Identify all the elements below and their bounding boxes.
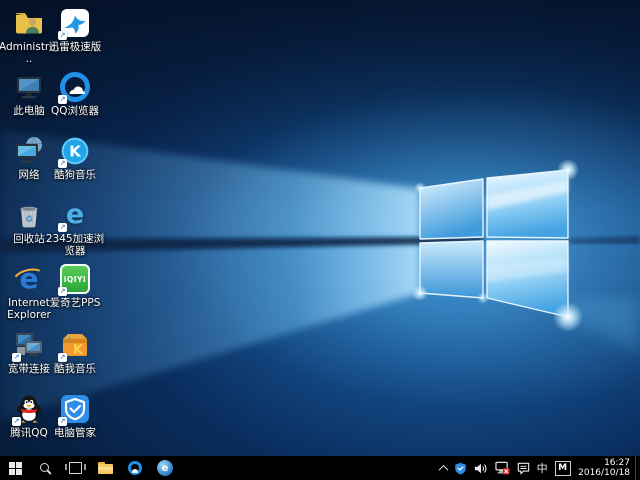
tray-action-center[interactable] xyxy=(513,456,533,480)
shortcut-arrow-icon: ↗ xyxy=(12,353,21,362)
qq-browser-icon xyxy=(128,461,142,475)
input-mode-indicator[interactable]: M xyxy=(551,456,574,480)
clock-date: 2016/10/18 xyxy=(578,468,630,478)
network-disconnected-icon xyxy=(495,461,510,475)
chevron-up-icon xyxy=(438,464,448,474)
shortcut-arrow-icon: ↗ xyxy=(58,95,67,104)
user-folder-icon xyxy=(12,6,46,40)
svg-text:♻: ♻ xyxy=(25,215,33,225)
2345-e-icon: e ↗ xyxy=(58,198,92,232)
broadband-computers-icon: ↗ xyxy=(12,328,46,362)
ime-indicator[interactable]: 中 xyxy=(533,456,551,480)
taskbar-clock[interactable]: 16:27 2016/10/18 xyxy=(574,458,635,478)
desktop-icon-2345-browser[interactable]: e ↗ 2345加速浏览器 xyxy=(44,198,106,257)
windows-logo-icon xyxy=(9,462,22,475)
network-globe-icon xyxy=(12,134,46,168)
tray-network-disconnected[interactable] xyxy=(491,456,513,480)
desktop-icon-label: 此电脑 xyxy=(13,105,45,117)
desktop-icon-label: 酷狗音乐 xyxy=(54,169,96,181)
search-icon xyxy=(39,462,52,475)
ime-chinese-icon: 中 xyxy=(537,460,548,476)
desktop-icon-label: 回收站 xyxy=(13,233,45,245)
desktop-icon-label: 2345加速浏览器 xyxy=(44,233,106,257)
desktop-icon-iqiyi[interactable]: iQIYI ↗ 爱奇艺PPS xyxy=(44,262,106,309)
2345-browser-taskbar-button[interactable]: e xyxy=(150,456,180,480)
monitor-icon xyxy=(12,70,46,104)
desktop-icon-label: 腾讯QQ xyxy=(10,427,48,439)
taskbar: e xyxy=(0,456,640,480)
shortcut-arrow-icon: ↗ xyxy=(58,417,67,426)
task-view-button[interactable] xyxy=(60,456,90,480)
qq-browser-ring-icon: ↗ xyxy=(58,70,92,104)
desktop[interactable]: Administra... 此电脑 网络 xyxy=(0,0,640,480)
tray-pc-manager[interactable] xyxy=(450,456,470,480)
qq-browser-taskbar-button[interactable] xyxy=(120,456,150,480)
shortcut-arrow-icon: ↗ xyxy=(58,223,67,232)
search-button[interactable] xyxy=(30,456,60,480)
desktop-icon-label: 电脑管家 xyxy=(54,427,96,439)
file-explorer-button[interactable] xyxy=(90,456,120,480)
volume-icon xyxy=(474,462,488,475)
desktop-icon-kuwo[interactable]: K ♪ ↗ 酷我音乐 xyxy=(44,328,106,375)
clock-time: 16:27 xyxy=(578,458,630,468)
svg-text:♪: ♪ xyxy=(66,336,71,345)
desktop-icon-kugou[interactable]: K ↗ 酷狗音乐 xyxy=(44,134,106,181)
input-mode-icon: M xyxy=(555,461,571,476)
desktop-icon-label: QQ浏览器 xyxy=(51,105,99,117)
desktop-icon-label: 迅雷极速版 xyxy=(49,41,102,53)
shield-icon xyxy=(454,462,467,475)
pc-manager-shield-icon: ↗ xyxy=(58,392,92,426)
kugou-k-icon: K ↗ xyxy=(58,134,92,168)
desktop-icon-label: 酷我音乐 xyxy=(54,363,96,375)
folder-icon xyxy=(98,462,113,474)
ie-swoosh xyxy=(10,265,48,294)
svg-text:K: K xyxy=(73,343,84,358)
show-desktop-button[interactable] xyxy=(635,456,640,480)
recycle-bin-icon: ♻ xyxy=(12,198,46,232)
kuwo-box-icon: K ♪ ↗ xyxy=(58,328,92,362)
shortcut-arrow-icon: ↗ xyxy=(58,159,67,168)
desktop-icon-xunlei[interactable]: ↗ 迅雷极速版 xyxy=(44,6,106,53)
start-button[interactable] xyxy=(0,456,30,480)
svg-text:K: K xyxy=(69,143,82,161)
xunlei-bird-icon: ↗ xyxy=(58,6,92,40)
internet-explorer-icon: e xyxy=(12,262,46,296)
task-view-icon xyxy=(69,462,82,474)
shortcut-arrow-icon: ↗ xyxy=(12,417,21,426)
desktop-icon-qq-browser[interactable]: ↗ QQ浏览器 xyxy=(44,70,106,117)
tray-volume[interactable] xyxy=(470,456,491,480)
desktop-icon-pc-manager[interactable]: ↗ 电脑管家 xyxy=(44,392,106,439)
hidden-icons-chevron[interactable] xyxy=(436,456,450,480)
shortcut-arrow-icon: ↗ xyxy=(58,353,67,362)
system-tray: 中 M 16:27 2016/10/18 xyxy=(436,456,640,480)
2345-e-icon: e xyxy=(157,460,173,476)
iqiyi-pps-icon: iQIYI ↗ xyxy=(58,262,92,296)
shortcut-arrow-icon: ↗ xyxy=(58,287,67,296)
desktop-icon-label: 爱奇艺PPS xyxy=(50,297,101,309)
qq-penguin-icon: ↗ xyxy=(12,392,46,426)
desktop-icon-label: 网络 xyxy=(19,169,40,181)
shortcut-arrow-icon: ↗ xyxy=(58,31,67,40)
action-center-icon xyxy=(517,462,530,475)
